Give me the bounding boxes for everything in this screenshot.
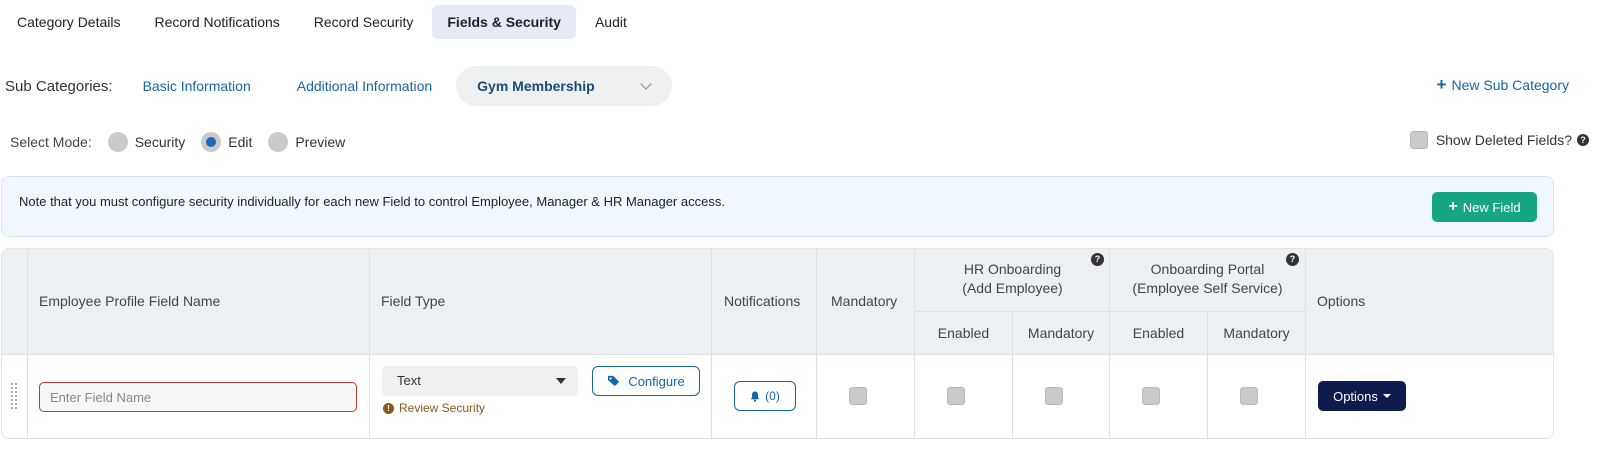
mode-radio-security[interactable]: Security <box>107 132 186 152</box>
help-icon[interactable]: ? <box>1091 253 1104 266</box>
portal-enabled-checkbox[interactable] <box>1142 387 1160 405</box>
radio-circle-selected <box>201 132 222 152</box>
caret-down-icon <box>556 378 566 384</box>
subcategories-label: Sub Categories: <box>5 77 113 95</box>
field-type-value: Text <box>397 373 421 388</box>
fields-table: Employee Profile Field Name Field Type N… <box>1 248 1554 439</box>
header-onboarding-portal: Onboarding Portal (Employee Self Service… <box>1110 260 1305 298</box>
tab-record-notifications[interactable]: Record Notifications <box>140 5 295 39</box>
header-hr-onboarding: HR Onboarding (Add Employee) <box>915 260 1110 298</box>
help-icon[interactable]: ? <box>1577 134 1589 146</box>
mode-radio-edit[interactable]: Edit <box>201 132 252 152</box>
header-hr-mandatory: Mandatory <box>1027 325 1095 341</box>
header-notifications: Notifications <box>724 293 801 309</box>
drag-handle-icon[interactable] <box>11 383 19 413</box>
show-deleted-checkbox[interactable] <box>1409 131 1428 149</box>
hr-mandatory-checkbox[interactable] <box>1045 387 1063 405</box>
notice-text: Note that you must configure security in… <box>19 194 725 209</box>
header-onboarding-portal-line2: (Employee Self Service) <box>1132 280 1283 296</box>
warning-icon: ! <box>383 402 394 414</box>
bell-icon <box>750 391 760 402</box>
field-name-input[interactable] <box>39 382 357 412</box>
mode-option-label: Security <box>134 134 186 150</box>
new-field-button[interactable]: + New Field <box>1432 192 1537 222</box>
mandatory-checkbox[interactable] <box>849 387 867 405</box>
header-field-name: Employee Profile Field Name <box>39 293 221 309</box>
header-hr-onboarding-line2: (Add Employee) <box>962 280 1063 296</box>
tab-category-details[interactable]: Category Details <box>2 5 136 39</box>
show-deleted-toggle[interactable]: Show Deleted Fields? ? <box>1409 131 1589 149</box>
subcategory-basic-information[interactable]: Basic Information <box>143 78 251 94</box>
review-security-label: Review Security <box>399 401 486 415</box>
header-options: Options <box>1317 293 1366 309</box>
configure-button[interactable]: Configure <box>592 366 700 396</box>
radio-circle <box>107 132 128 152</box>
tab-bar: Category Details Record Notifications Re… <box>2 5 646 39</box>
help-icon[interactable]: ? <box>1286 253 1299 266</box>
notifications-button[interactable]: (0) <box>734 381 796 411</box>
tab-record-security[interactable]: Record Security <box>299 5 429 39</box>
plus-icon: + <box>1448 198 1458 215</box>
field-type-select[interactable]: Text <box>382 366 578 396</box>
mode-selector: Select Mode: Security Edit Preview Show … <box>10 131 1595 153</box>
header-portal-enabled: Enabled <box>1132 325 1185 341</box>
configure-label: Configure <box>628 373 685 389</box>
plus-icon: + <box>1436 75 1447 94</box>
mode-radio-preview[interactable]: Preview <box>268 132 345 152</box>
hr-enabled-checkbox[interactable] <box>947 387 965 405</box>
header-field-type: Field Type <box>381 293 446 309</box>
subcategories-bar: Sub Categories: Basic Information Additi… <box>5 66 1597 106</box>
radio-circle <box>268 132 289 152</box>
mode-option-label: Edit <box>228 134 253 150</box>
header-onboarding-portal-line1: Onboarding Portal <box>1150 261 1265 277</box>
header-mandatory: Mandatory <box>831 293 898 309</box>
new-field-label: New Field <box>1462 199 1521 215</box>
subcategory-additional-information[interactable]: Additional Information <box>297 78 432 94</box>
notifications-count: (0) <box>765 389 780 403</box>
mode-option-label: Preview <box>295 134 346 150</box>
chevron-down-icon <box>640 78 652 90</box>
options-label: Options <box>1333 388 1378 404</box>
mode-label: Select Mode: <box>10 134 92 150</box>
review-security-link[interactable]: ! Review Security <box>383 401 485 415</box>
header-hr-enabled: Enabled <box>937 325 990 341</box>
header-portal-mandatory: Mandatory <box>1223 325 1290 341</box>
tab-fields-security[interactable]: Fields & Security <box>432 5 576 39</box>
subcategory-selected-label: Gym Membership <box>477 78 595 94</box>
header-hr-onboarding-line1: HR Onboarding <box>963 261 1062 277</box>
info-notice: Note that you must configure security in… <box>1 176 1554 237</box>
caret-down-icon <box>1382 394 1391 398</box>
new-subcategory-link[interactable]: + New Sub Category <box>1437 76 1569 93</box>
tab-audit[interactable]: Audit <box>580 5 642 39</box>
portal-mandatory-checkbox[interactable] <box>1240 387 1258 405</box>
show-deleted-label: Show Deleted Fields? <box>1435 132 1572 148</box>
subcategory-selector[interactable]: Gym Membership <box>456 66 673 106</box>
options-dropdown-button[interactable]: Options <box>1318 381 1406 411</box>
new-subcategory-label: New Sub Category <box>1451 76 1569 93</box>
tags-icon <box>608 375 620 387</box>
